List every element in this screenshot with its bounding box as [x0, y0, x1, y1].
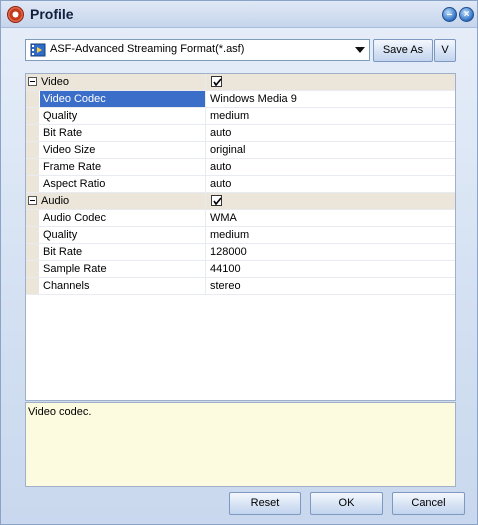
group-label: Audio: [40, 193, 206, 209]
property-value[interactable]: medium: [207, 227, 455, 243]
format-value: ASF-Advanced Streaming Format(*.asf): [50, 43, 245, 55]
video-enabled-checkbox[interactable]: [211, 76, 222, 87]
property-value[interactable]: 44100: [207, 261, 455, 277]
film-icon: [30, 43, 46, 57]
property-row[interactable]: Frame Rate auto: [26, 159, 455, 176]
property-name: Bit Rate: [40, 125, 206, 141]
v-button[interactable]: V: [434, 39, 456, 62]
property-name: Quality: [40, 108, 206, 124]
profile-window: Profile – × ASF-Advanced Streaming Forma…: [0, 0, 478, 525]
description-panel: Video codec.: [25, 402, 456, 487]
property-row[interactable]: Video Codec Windows Media 9: [26, 91, 455, 108]
minimize-icon[interactable]: –: [442, 7, 457, 22]
property-name: Aspect Ratio: [40, 176, 206, 192]
property-value[interactable]: WMA: [207, 210, 455, 226]
property-value[interactable]: auto: [207, 159, 455, 175]
property-value[interactable]: auto: [207, 176, 455, 192]
ok-button[interactable]: OK: [310, 492, 383, 515]
property-row[interactable]: Video Size original: [26, 142, 455, 159]
format-dropdown[interactable]: ASF-Advanced Streaming Format(*.asf): [25, 39, 370, 61]
group-row-audio[interactable]: Audio: [26, 193, 455, 210]
save-as-button[interactable]: Save As: [373, 39, 433, 62]
property-row[interactable]: Quality medium: [26, 227, 455, 244]
group-checkbox-cell: [207, 193, 455, 209]
app-logo-icon: [7, 6, 24, 23]
audio-enabled-checkbox[interactable]: [211, 195, 222, 206]
property-name: Audio Codec: [40, 210, 206, 226]
property-row[interactable]: Bit Rate auto: [26, 125, 455, 142]
property-value[interactable]: 128000: [207, 244, 455, 260]
group-row-video[interactable]: Video: [26, 74, 455, 91]
property-value[interactable]: auto: [207, 125, 455, 141]
property-value[interactable]: Windows Media 9: [207, 91, 455, 107]
property-row[interactable]: Aspect Ratio auto: [26, 176, 455, 193]
property-name: Quality: [40, 227, 206, 243]
property-grid: Video Video Codec Windows Media 9 Quality…: [25, 73, 456, 401]
property-name: Frame Rate: [40, 159, 206, 175]
title-bar: Profile – ×: [1, 1, 477, 28]
property-value[interactable]: medium: [207, 108, 455, 124]
property-value[interactable]: stereo: [207, 278, 455, 294]
collapse-icon[interactable]: [28, 77, 37, 86]
reset-button[interactable]: Reset: [229, 492, 301, 515]
checkmark-icon: [213, 78, 222, 87]
property-name: Bit Rate: [40, 244, 206, 260]
close-icon[interactable]: ×: [459, 7, 474, 22]
cancel-button[interactable]: Cancel: [392, 492, 465, 515]
property-row[interactable]: Bit Rate 128000: [26, 244, 455, 261]
window-title: Profile: [30, 6, 74, 22]
property-name: Sample Rate: [40, 261, 206, 277]
property-name: Channels: [40, 278, 206, 294]
property-value[interactable]: original: [207, 142, 455, 158]
checkmark-icon: [213, 197, 222, 206]
property-name: Video Size: [40, 142, 206, 158]
group-checkbox-cell: [207, 74, 455, 90]
property-name: Video Codec: [40, 91, 206, 107]
property-row[interactable]: Sample Rate 44100: [26, 261, 455, 278]
group-label: Video: [40, 74, 206, 90]
property-row[interactable]: Quality medium: [26, 108, 455, 125]
property-row[interactable]: Audio Codec WMA: [26, 210, 455, 227]
property-row[interactable]: Channels stereo: [26, 278, 455, 295]
chevron-down-icon[interactable]: [355, 47, 365, 53]
collapse-icon[interactable]: [28, 196, 37, 205]
